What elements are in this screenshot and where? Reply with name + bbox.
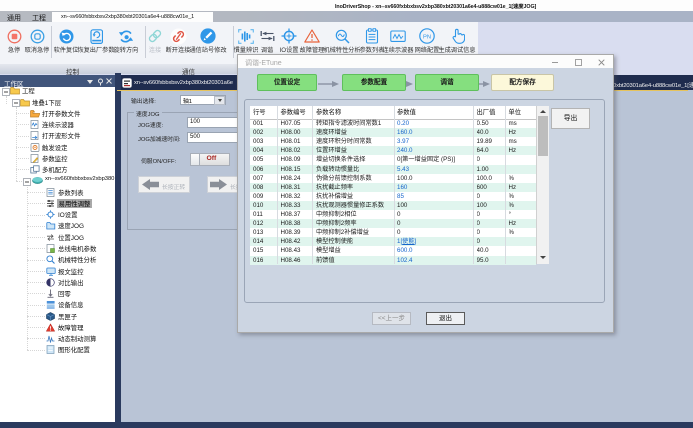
svg-text:PN: PN bbox=[423, 35, 431, 41]
